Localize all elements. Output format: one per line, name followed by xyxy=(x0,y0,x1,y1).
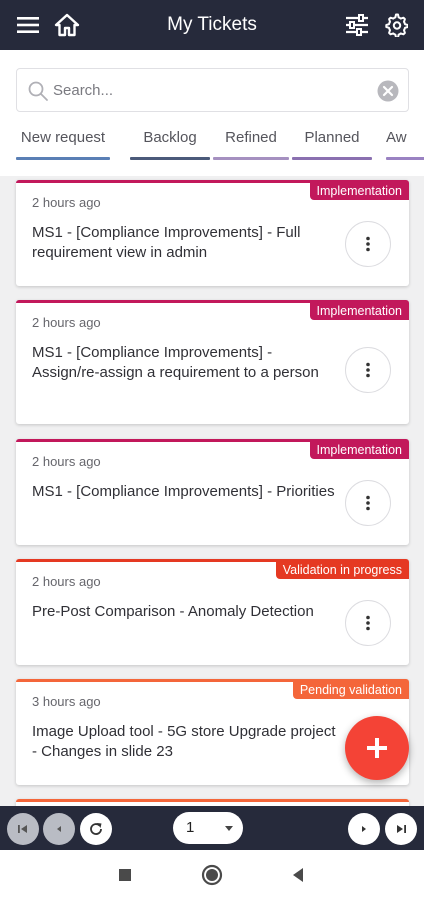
tab-indicator xyxy=(213,157,289,160)
ticket-card-partial[interactable] xyxy=(16,799,409,806)
ticket-card[interactable]: Implementation 2 hours ago MS1 - [Compli… xyxy=(16,300,409,424)
refresh-button[interactable] xyxy=(80,813,112,845)
current-page-number: 1 xyxy=(186,819,195,836)
tab-indicator xyxy=(130,157,210,160)
ticket-list: Implementation 2 hours ago MS1 - [Compli… xyxy=(0,176,424,806)
more-vert-icon xyxy=(366,236,370,252)
tab-indicator xyxy=(16,157,110,160)
first-page-button[interactable] xyxy=(7,813,39,845)
status-badge: Implementation xyxy=(309,183,409,200)
ticket-time: 2 hours ago xyxy=(32,315,101,330)
tab-refined[interactable]: Refined xyxy=(213,126,289,162)
next-page-icon xyxy=(362,826,366,832)
search-area: New request Backlog Refined Planned Aw xyxy=(0,50,424,176)
filter-icon[interactable] xyxy=(341,9,373,41)
search-input[interactable] xyxy=(53,69,363,111)
tab-label: Aw xyxy=(386,129,407,146)
ticket-card[interactable]: Validation in progress 2 hours ago Pre-P… xyxy=(16,559,409,665)
clear-search-icon[interactable] xyxy=(377,80,399,102)
back-button[interactable] xyxy=(286,863,310,887)
search-icon xyxy=(27,80,49,102)
status-badge: Pending validation xyxy=(292,682,409,699)
ticket-title: MS1 - [Compliance Improvements] - Priori… xyxy=(32,483,335,500)
more-options-button[interactable] xyxy=(345,221,391,267)
tab-label: Backlog xyxy=(143,129,197,146)
system-nav-bar xyxy=(0,850,424,900)
recents-icon xyxy=(119,869,131,881)
tab-planned[interactable]: Planned xyxy=(292,126,372,162)
first-page-icon xyxy=(18,825,27,833)
system-home-button[interactable] xyxy=(200,863,224,887)
ticket-card[interactable]: Implementation 2 hours ago MS1 - [Compli… xyxy=(16,439,409,545)
more-options-button[interactable] xyxy=(345,480,391,526)
ticket-time: 2 hours ago xyxy=(32,195,101,210)
menu-icon[interactable] xyxy=(12,9,44,41)
ticket-time: 2 hours ago xyxy=(32,574,101,589)
add-icon xyxy=(367,738,387,758)
recents-button[interactable] xyxy=(113,863,137,887)
ticket-title: Image Upload tool - 5G store Upgrade pro… xyxy=(32,723,336,760)
more-vert-icon xyxy=(366,362,370,378)
last-page-icon xyxy=(397,825,406,833)
tab-indicator xyxy=(292,157,372,160)
page-select[interactable]: 1 xyxy=(173,812,243,844)
prev-page-icon xyxy=(57,826,61,832)
tab-label: Planned xyxy=(304,129,360,146)
ticket-title: Pre-Post Comparison - Anomaly Detection xyxy=(32,603,314,620)
more-vert-icon xyxy=(366,495,370,511)
pagination-bar: 1 xyxy=(0,806,424,850)
home-circle-icon xyxy=(201,864,223,886)
tab-label: Refined xyxy=(225,129,277,146)
status-badge: Implementation xyxy=(309,442,409,459)
status-badge: Validation in progress xyxy=(275,562,409,579)
ticket-title: MS1 - [Compliance Improvements] - Full r… xyxy=(32,224,301,261)
tab-indicator xyxy=(386,157,424,160)
add-ticket-button[interactable] xyxy=(345,716,409,780)
status-badge: Implementation xyxy=(309,303,409,320)
next-page-button[interactable] xyxy=(348,813,380,845)
ticket-time: 2 hours ago xyxy=(32,454,101,469)
ticket-time: 3 hours ago xyxy=(32,694,101,709)
tab-awaiting[interactable]: Aw xyxy=(386,126,424,162)
tab-new-request[interactable]: New request xyxy=(16,126,110,162)
settings-icon[interactable] xyxy=(380,9,412,41)
more-options-button[interactable] xyxy=(345,600,391,646)
prev-page-button[interactable] xyxy=(43,813,75,845)
home-icon[interactable] xyxy=(51,9,83,41)
more-vert-icon xyxy=(366,615,370,631)
ticket-card[interactable]: Implementation 2 hours ago MS1 - [Compli… xyxy=(16,180,409,286)
app-header: My Tickets xyxy=(0,0,424,50)
search-box xyxy=(16,68,409,112)
chevron-down-icon xyxy=(225,826,233,831)
more-options-button[interactable] xyxy=(345,347,391,393)
tab-label: New request xyxy=(20,129,106,146)
tab-backlog[interactable]: Backlog xyxy=(130,126,210,162)
status-tabs: New request Backlog Refined Planned Aw xyxy=(16,126,424,162)
ticket-title: MS1 - [Compliance Improvements] - Assign… xyxy=(32,344,319,381)
back-icon xyxy=(293,868,303,882)
last-page-button[interactable] xyxy=(385,813,417,845)
refresh-icon xyxy=(90,823,102,835)
